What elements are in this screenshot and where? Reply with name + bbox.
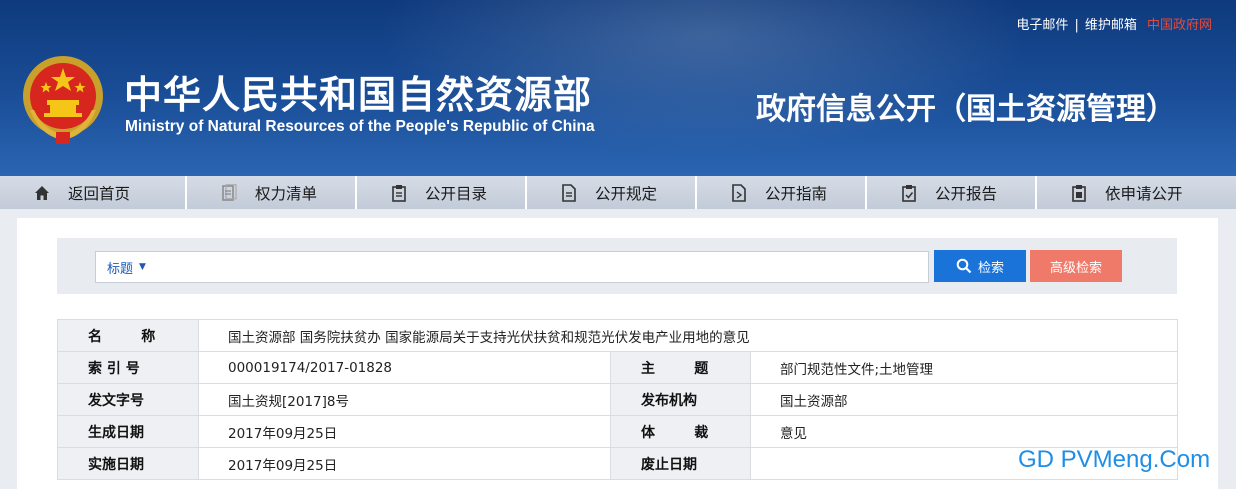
nav-item-public-rules[interactable]: 公开规定 (527, 176, 697, 209)
search-button[interactable]: 检索 (934, 250, 1026, 282)
table-row: 实施日期 2017年09月25日 废止日期 (57, 447, 1179, 480)
list-icon (221, 183, 237, 202)
docno-value: 国土资规[2017]8号 (198, 383, 611, 416)
clipboard-icon (391, 184, 407, 202)
search-bar: 标题 ▼ 检索 高级检索 (57, 238, 1177, 294)
search-field-select[interactable]: 标题 ▼ (96, 258, 146, 277)
search-icon (956, 258, 972, 274)
nav-item-public-catalog[interactable]: 公开目录 (357, 176, 527, 209)
nav-item-label: 返回首页 (68, 184, 131, 203)
nav-item-label: 公开指南 (765, 184, 828, 203)
created-label: 生成日期 (57, 415, 199, 448)
document-info-table: 名 称 国土资源部 国务院扶贫办 国家能源局关于支持光伏扶贫和规范光伏发电产业用… (57, 319, 1179, 480)
ministry-name-cn: 中华人民共和国自然资源部 (124, 73, 593, 117)
gov-portal-link[interactable]: 中国政府网 (1147, 18, 1212, 33)
site-title: 政府信息公开（国土资源管理） (756, 92, 1176, 127)
topic-label: 主 题 (610, 351, 751, 384)
site-header: 电子邮件 | 维护邮箱 中国政府网 中华人民共和国自然资源部 Ministry of… (0, 0, 1236, 176)
guide-icon (731, 183, 747, 202)
docno-label: 发文字号 (57, 383, 199, 416)
index-value: 000019174/2017-01828 (198, 351, 611, 384)
name-label: 名 称 (57, 319, 199, 352)
nav-item-label: 公开报告 (935, 184, 998, 203)
search-input[interactable]: 标题 ▼ (95, 251, 929, 283)
nav-item-power-list[interactable]: 权力清单 (187, 176, 357, 209)
advanced-search-label: 高级检索 (1049, 259, 1102, 275)
table-row: 发文字号 国土资规[2017]8号 发布机构 国土资源部 (57, 383, 1179, 416)
home-icon (34, 184, 50, 202)
advanced-search-button[interactable]: 高级检索 (1030, 250, 1122, 282)
issuer-label: 发布机构 (610, 383, 751, 416)
email-link[interactable]: 电子邮件 (1016, 18, 1068, 33)
top-links: 电子邮件 | 维护邮箱 中国政府网 (1016, 14, 1212, 33)
nav-item-public-report[interactable]: 公开报告 (867, 176, 1037, 209)
search-field-label: 标题 (107, 261, 134, 277)
nav-item-apply-disclosure[interactable]: 依申请公开 (1037, 176, 1236, 209)
created-value: 2017年09月25日 (198, 415, 611, 448)
issuer-value: 国土资源部 (749, 383, 1179, 416)
watermark: GD PVMeng.Com (1018, 446, 1211, 473)
report-icon (901, 184, 917, 202)
effective-label: 实施日期 (57, 447, 199, 480)
index-label: 索引号 (57, 351, 199, 384)
repeal-label: 废止日期 (610, 447, 751, 480)
ministry-name-en: Ministry of Natural Resources of the Peo… (125, 118, 595, 135)
table-row: 索引号 000019174/2017-01828 主 题 部门规范性文件;土地管… (57, 351, 1179, 384)
nav-item-home[interactable]: 返回首页 (0, 176, 187, 209)
topic-value: 部门规范性文件;土地管理 (749, 351, 1179, 384)
nav-item-label: 权力清单 (255, 184, 318, 203)
nav-item-label: 公开目录 (425, 184, 488, 203)
nav-item-public-guide[interactable]: 公开指南 (697, 176, 867, 209)
nav-item-label: 依申请公开 (1105, 184, 1183, 203)
top-links-separator: | (1074, 18, 1079, 33)
maintenance-mailbox-link[interactable]: 维护邮箱 (1085, 18, 1137, 33)
nav-item-label: 公开规定 (595, 184, 658, 203)
genre-label: 体 裁 (610, 415, 751, 448)
apply-icon (1071, 184, 1087, 202)
table-row: 生成日期 2017年09月25日 体 裁 意见 (57, 415, 1179, 448)
national-emblem-icon (23, 56, 103, 144)
genre-value: 意见 (749, 415, 1179, 448)
caret-down-icon: ▼ (139, 262, 146, 272)
main-nav: 返回首页 权力清单 公开目录 公开规定 公开指南 公开报告 依申请公开 (0, 176, 1236, 209)
search-button-label: 检索 (977, 259, 1004, 275)
document-icon (561, 183, 577, 202)
effective-value: 2017年09月25日 (198, 447, 611, 480)
table-row: 名 称 国土资源部 国务院扶贫办 国家能源局关于支持光伏扶贫和规范光伏发电产业用… (57, 319, 1179, 352)
name-value: 国土资源部 国务院扶贫办 国家能源局关于支持光伏扶贫和规范光伏发电产业用地的意见 (197, 319, 1179, 352)
